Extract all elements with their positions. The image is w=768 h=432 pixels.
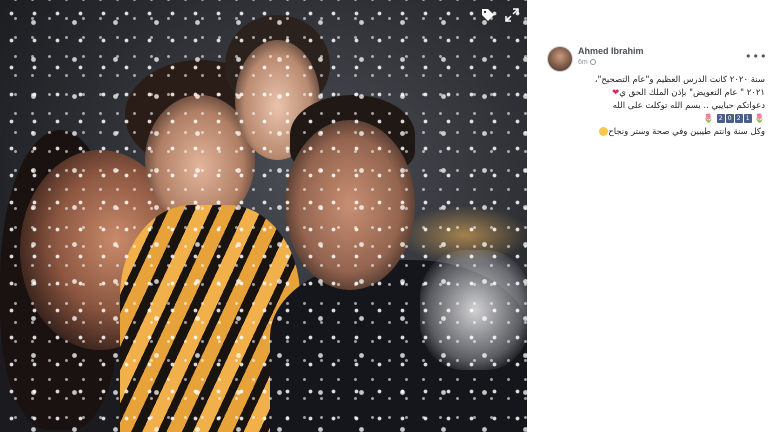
author-name[interactable]: Ahmed Ibrahim (578, 46, 644, 56)
post-timestamp[interactable]: 6m (578, 59, 596, 66)
post-text: سنة ٢٠٢٠ كانت الدرس العظيم و"عام التصحيح… (543, 74, 765, 139)
avatar[interactable] (547, 46, 573, 72)
post-photo[interactable] (0, 0, 527, 432)
more-options-button[interactable]: ••• (745, 50, 767, 63)
post-line-4-text: وكل سنة وانتم طيبين وفي صحة وستر ونجاح (608, 127, 765, 137)
year-digit: 2 (716, 114, 725, 123)
falling-snow (0, 0, 527, 432)
post-line-3: دعواتكم حبايبي .. بسم الله توكلت على الل… (612, 101, 765, 111)
year-number-boxes: 2 0 2 1 (716, 114, 752, 123)
post-sidebar: Ahmed Ibrahim 6m ••• سنة ٢٠٢٠ كانت الدرس… (527, 0, 768, 432)
expand-icon[interactable] (505, 8, 519, 22)
post-card: Ahmed Ibrahim 6m ••• سنة ٢٠٢٠ كانت الدرس… (535, 30, 767, 170)
tulip-emoji-right: 🌷 (754, 114, 765, 124)
year-digit: 1 (743, 114, 752, 123)
year-digit: 2 (734, 114, 743, 123)
post-line-1: سنة ٢٠٢٠ كانت الدرس العظيم و"عام التصحيح… (594, 75, 765, 85)
post-line-2: ٢٠٢١ " عام التعويض" بإذن الملك الحق ي❤ (543, 87, 765, 100)
globe-icon (589, 59, 596, 66)
tag-icon[interactable] (479, 6, 496, 23)
year-digit: 0 (725, 114, 734, 123)
smile-emoji (599, 127, 609, 136)
tulip-emoji-left: 🌷 (703, 114, 714, 124)
post-line-2-text: ٢٠٢١ " عام التعويض" بإذن الملك الحق ي (619, 88, 765, 98)
post-line-year: 🌷 2 0 2 1 🌷 (543, 113, 765, 126)
post-line-4: وكل سنة وانتم طيبين وفي صحة وستر ونجاح (543, 126, 765, 139)
timestamp-text: 6m (578, 59, 588, 66)
